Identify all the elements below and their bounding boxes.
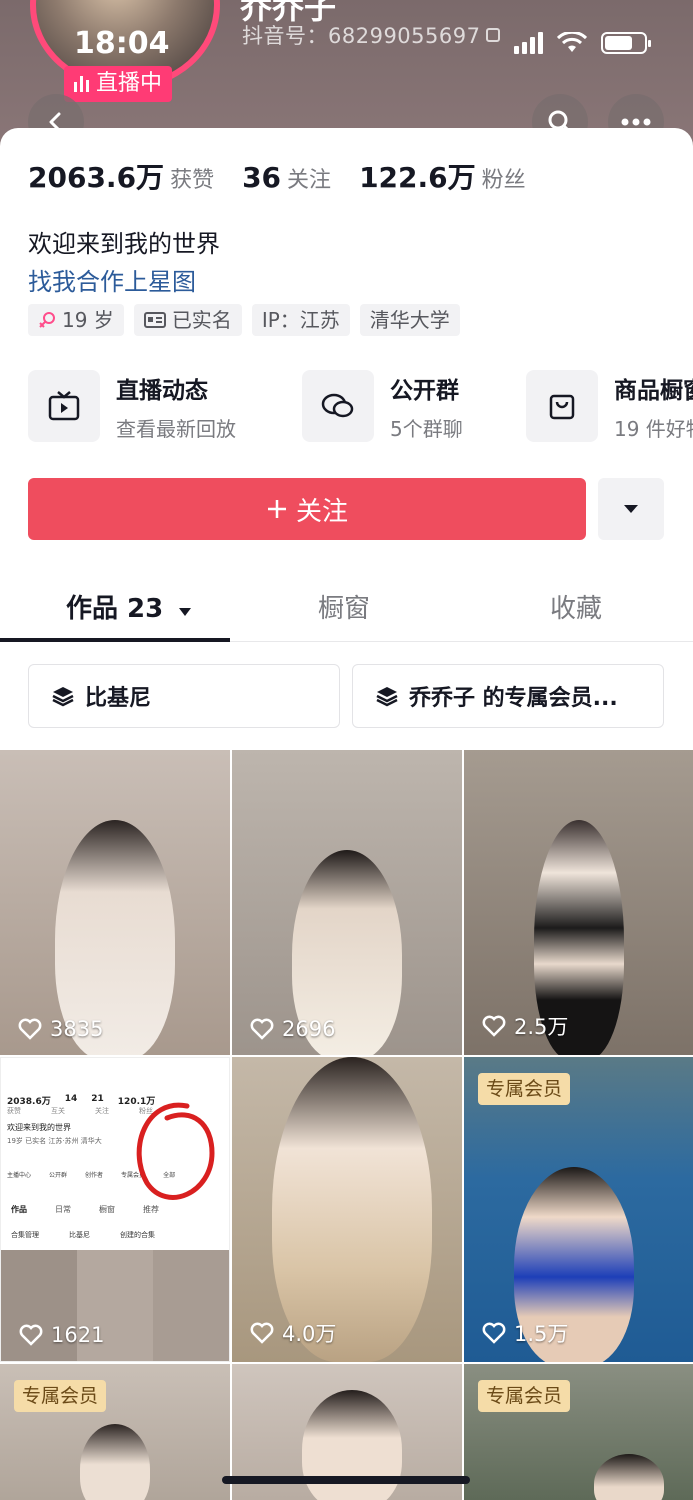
- stat-followers[interactable]: 122.6万 粉丝: [359, 156, 526, 196]
- embedded-collections: 合集管理 比基尼 创建的合集: [11, 1231, 155, 1239]
- video-thumbnail[interactable]: 专属会员: [464, 1364, 693, 1500]
- active-tab-indicator: [0, 638, 230, 642]
- bag-icon: [526, 370, 598, 442]
- video-likes: 2696: [250, 1017, 335, 1041]
- chat-icon: [302, 370, 374, 442]
- copy-icon[interactable]: [486, 28, 501, 42]
- embedded-bio: 欢迎来到我的世界: [7, 1123, 71, 1132]
- heart-icon: [250, 1018, 274, 1040]
- video-thumbnail[interactable]: 2038.6万 14 21 120.1万 获赞 互关 关注 粉丝 欢迎来到我的世…: [0, 1057, 230, 1362]
- female-icon: [39, 312, 55, 328]
- content-tabs: 作品 23 橱窗 收藏: [0, 580, 693, 642]
- video-thumbnail[interactable]: 4.0万: [232, 1057, 462, 1362]
- recommend-dropdown-button[interactable]: [598, 478, 664, 540]
- profile-stats: 2063.6万 获赞 36 关注 122.6万 粉丝: [28, 156, 526, 196]
- collection-bikini[interactable]: 比基尼: [28, 664, 340, 728]
- home-indicator[interactable]: [222, 1476, 470, 1484]
- layers-icon: [376, 687, 398, 707]
- battery-icon: [601, 32, 651, 54]
- live-badge-label: 直播中: [96, 71, 163, 96]
- video-likes: 1.5万: [482, 1318, 568, 1348]
- caret-down-icon: [179, 608, 192, 616]
- exclusive-member-badge: 专属会员: [478, 1073, 571, 1105]
- feature-public-group[interactable]: 公开群 5个群聊: [302, 370, 463, 442]
- feature-subtitle: 19 件好物: [614, 416, 693, 441]
- live-badge[interactable]: 直播中: [64, 66, 173, 102]
- collections-row: 比基尼 乔乔子 的专属会员...: [28, 664, 664, 728]
- wifi-icon: [557, 32, 587, 52]
- douyin-id-text: 抖音号：68299055697: [242, 24, 481, 48]
- feature-title: 商品橱窗: [614, 377, 693, 404]
- feature-live-updates[interactable]: 直播动态 查看最新回放: [28, 370, 236, 442]
- layers-icon: [52, 687, 74, 707]
- heart-icon: [18, 1018, 42, 1040]
- follow-button[interactable]: 关注: [28, 478, 586, 540]
- live-bars-icon: [74, 76, 90, 92]
- feature-shortcuts: 直播动态 查看最新回放 公开群 5个群聊 商品橱窗 19 件好物: [28, 370, 693, 442]
- feature-title: 直播动态: [116, 377, 208, 404]
- profile-tags: 19 岁 已实名 IP：江苏 清华大学: [28, 304, 460, 336]
- video-thumbnail[interactable]: 3835: [0, 750, 230, 1055]
- tab-works[interactable]: 作品 23: [66, 588, 192, 625]
- exclusive-member-badge: 专属会员: [14, 1380, 107, 1412]
- collection-exclusive-member[interactable]: 乔乔子 的专属会员...: [352, 664, 664, 728]
- video-likes: 1621: [19, 1323, 104, 1347]
- tag-age: 19 岁: [28, 304, 124, 336]
- video-likes: 4.0万: [250, 1318, 336, 1348]
- video-likes: 2.5万: [482, 1011, 568, 1041]
- video-thumbnail[interactable]: 2.5万: [464, 750, 693, 1055]
- video-likes: 3835: [18, 1017, 103, 1041]
- follow-button-label: 关注: [295, 496, 348, 527]
- tag-ip: IP：江苏: [251, 304, 350, 336]
- status-bar-time: 18:04: [74, 26, 170, 61]
- id-card-icon: [143, 312, 166, 328]
- tab-shop[interactable]: 橱窗: [318, 588, 370, 625]
- heart-icon: [482, 1015, 506, 1037]
- video-thumbnail[interactable]: 2696: [232, 750, 462, 1055]
- feature-subtitle: 查看最新回放: [116, 416, 236, 441]
- feature-title: 公开群: [390, 377, 459, 404]
- plus-icon: [267, 500, 286, 518]
- video-thumbnail[interactable]: 专属会员 1.5万: [464, 1057, 693, 1362]
- red-circle-annotation: [136, 1102, 215, 1200]
- douyin-id[interactable]: 抖音号：68299055697: [242, 20, 501, 50]
- tv-icon: [28, 370, 100, 442]
- more-dots-icon: [621, 118, 651, 126]
- video-thumbnail[interactable]: 专属会员: [0, 1364, 230, 1500]
- star-map-link[interactable]: 找我合作上星图: [28, 262, 196, 297]
- heart-icon: [19, 1324, 43, 1346]
- feature-shop-window[interactable]: 商品橱窗 19 件好物: [526, 370, 693, 442]
- exclusive-member-badge: 专属会员: [478, 1380, 571, 1412]
- heart-icon: [250, 1322, 274, 1344]
- caret-down-icon: [624, 505, 638, 513]
- tab-favorites[interactable]: 收藏: [550, 588, 602, 625]
- stat-following[interactable]: 36 关注: [242, 161, 331, 194]
- stat-likes[interactable]: 2063.6万 获赞: [28, 156, 214, 196]
- tag-verified: 已实名: [133, 304, 242, 336]
- profile-bio: 欢迎来到我的世界: [28, 230, 220, 258]
- heart-icon: [482, 1322, 506, 1344]
- signal-icon: [514, 32, 543, 54]
- embedded-tags: 19岁 已实名 江苏·苏州 清华大: [7, 1137, 102, 1145]
- status-bar-icons: [514, 32, 651, 54]
- tag-school: 清华大学: [359, 304, 460, 336]
- feature-subtitle: 5个群聊: [390, 416, 463, 441]
